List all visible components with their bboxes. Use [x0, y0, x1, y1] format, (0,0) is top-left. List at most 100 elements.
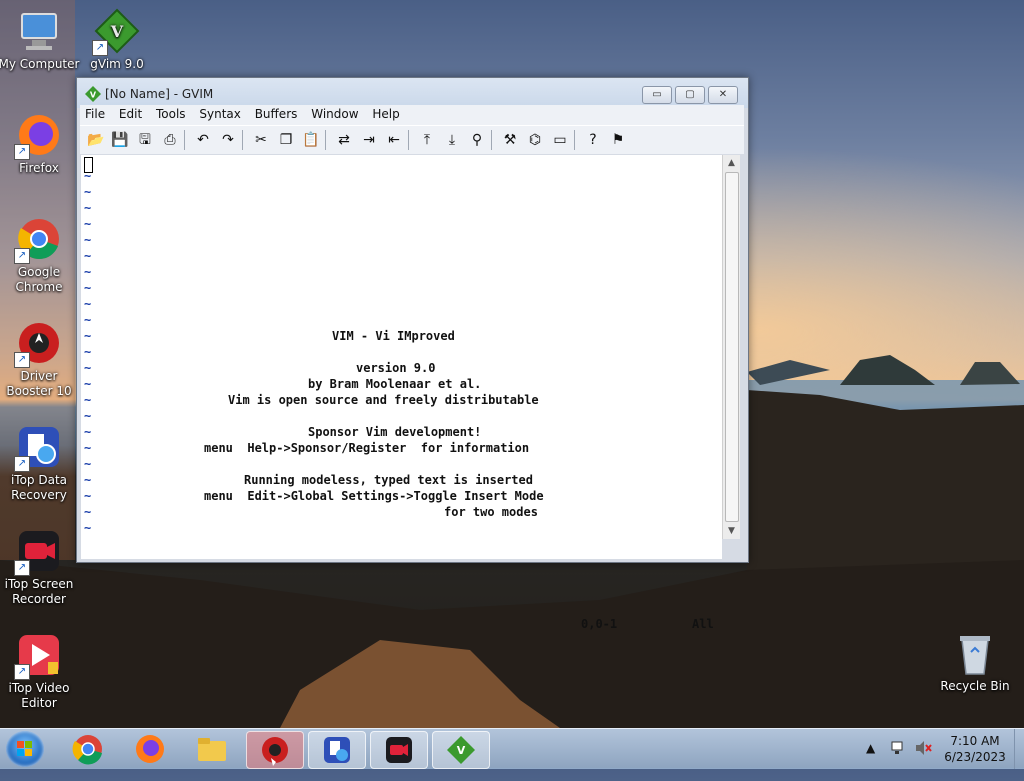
close-button[interactable]: ✕ — [708, 86, 738, 104]
taskbar-gvim[interactable]: V — [432, 731, 490, 769]
scrollbar-thumb[interactable] — [725, 172, 739, 522]
find-help-icon[interactable]: ⚑ — [608, 130, 628, 150]
taskbar-itop-data-recovery[interactable] — [308, 731, 366, 769]
desktop-icon-chrome[interactable]: ↗ Google Chrome — [0, 216, 80, 295]
load-session-icon[interactable]: ⤒ — [417, 130, 437, 150]
menu-file[interactable]: File — [80, 105, 110, 121]
shortcut-arrow-icon: ↗ — [14, 560, 30, 576]
itop-video-editor-icon: ↗ — [14, 632, 62, 680]
start-button[interactable] — [6, 731, 44, 767]
itop-data-recovery-icon — [324, 737, 350, 763]
itop-screen-recorder-icon: ↗ — [14, 528, 62, 576]
menu-window[interactable]: Window — [306, 105, 363, 121]
desktop-icon-driver-booster[interactable]: ↗ Driver Booster 10 — [0, 320, 80, 399]
taskbar-chrome[interactable] — [60, 731, 116, 767]
tags-icon[interactable]: ▭ — [550, 130, 570, 150]
help-icon[interactable]: ? — [583, 130, 603, 150]
shell-icon[interactable]: ⌬ — [525, 130, 545, 150]
window-titlebar[interactable]: V [No Name] - GVIM ▭ ▢ ✕ — [77, 78, 748, 108]
desktop-icon-itop-data-recovery[interactable]: ↗ iTop Data Recovery — [0, 424, 80, 503]
toolbar-separator — [574, 130, 575, 150]
taskbar-itop-screen-recorder[interactable] — [370, 731, 428, 769]
desktop-icon-label: Driver Booster 10 — [6, 369, 72, 398]
maximize-button[interactable]: ▢ — [675, 86, 705, 104]
taskbar-driver-booster[interactable] — [246, 731, 304, 769]
desktop-icon-recycle-bin[interactable]: Recycle Bin — [934, 630, 1016, 694]
vertical-scrollbar[interactable]: ▲ ▼ — [722, 155, 740, 539]
cursor-position: 0,0-1 — [581, 617, 618, 631]
menu-syntax[interactable]: Syntax — [194, 105, 245, 121]
chrome-icon — [72, 735, 102, 765]
find-next-icon[interactable]: ⇥ — [359, 130, 379, 150]
desktop-icon-gvim[interactable]: V ↗ gVim 9.0 — [76, 8, 158, 72]
undo-icon[interactable]: ↶ — [193, 130, 213, 150]
shortcut-arrow-icon: ↗ — [14, 352, 30, 368]
svg-text:V: V — [457, 744, 466, 757]
toolbar-separator — [408, 130, 409, 150]
clock-time: 7:10 AM — [950, 734, 1000, 748]
system-clock[interactable]: 7:10 AM 6/23/2023 — [940, 733, 1010, 773]
replace-icon[interactable]: ⇄ — [334, 130, 354, 150]
tilde-marker: ~ — [84, 521, 92, 535]
copy-icon[interactable]: ❐ — [276, 130, 296, 150]
firefox-icon: ↗ — [14, 112, 62, 160]
intro-license: Vim is open source and freely distributa… — [228, 393, 539, 407]
intro-sponsor-menu: menu Help->Sponsor/Register for informat… — [204, 441, 530, 455]
driver-booster-icon: ↗ — [14, 320, 62, 368]
shortcut-arrow-icon: ↗ — [14, 456, 30, 472]
redo-icon[interactable]: ↷ — [218, 130, 238, 150]
save-all-icon[interactable]: 🖫 — [135, 130, 155, 150]
desktop-icon-firefox[interactable]: ↗ Firefox — [0, 112, 80, 176]
tilde-marker: ~ — [84, 505, 92, 519]
tilde-marker: ~ — [84, 313, 92, 327]
toolbar-separator — [184, 130, 185, 150]
tilde-marker: ~ — [84, 169, 92, 183]
desktop-icon-label: Google Chrome — [15, 265, 63, 294]
volume-muted-icon[interactable] — [914, 739, 932, 779]
intro-author: by Bram Moolenaar et al. — [308, 377, 482, 391]
cut-icon[interactable]: ✂ — [251, 130, 271, 150]
paste-icon[interactable]: 📋 — [301, 130, 321, 150]
tilde-marker: ~ — [84, 409, 92, 423]
vim-icon: V — [447, 736, 475, 764]
desktop-icon-itop-video-editor[interactable]: ↗ iTop Video Editor — [0, 632, 80, 711]
open-icon[interactable]: 📂 — [86, 130, 106, 150]
editor-area[interactable]: ~ ~ ~ ~ ~ ~ ~ ~ ~ ~ ~ ~ ~ ~ ~ ~ ~ ~ ~ ~ ~ ~ ~ VIM - Vi IMprove… — [81, 155, 722, 631]
run-script-icon[interactable]: ⚲ — [467, 130, 487, 150]
save-session-icon[interactable]: ⤓ — [442, 130, 462, 150]
close-icon: ✕ — [718, 89, 728, 100]
desktop-icon-itop-screen-recorder[interactable]: ↗ iTop Screen Recorder — [0, 528, 80, 607]
scroll-down-icon[interactable]: ▼ — [723, 523, 740, 539]
gvim-window[interactable]: V [No Name] - GVIM ▭ ▢ ✕ File Edit Tools… — [76, 77, 749, 631]
print-icon[interactable]: ⎙ — [160, 130, 180, 150]
desktop-icon-label: gVim 9.0 — [90, 57, 144, 71]
tilde-marker: ~ — [84, 297, 92, 311]
desktop-icon-my-computer[interactable]: My Computer — [0, 8, 80, 72]
tilde-marker: ~ — [84, 457, 92, 471]
make-icon[interactable]: ⚒ — [500, 130, 520, 150]
scroll-position: All — [692, 617, 714, 631]
taskbar-firefox[interactable] — [122, 731, 178, 767]
tilde-marker: ~ — [84, 377, 92, 391]
save-icon[interactable]: 💾 — [110, 130, 130, 150]
menu-edit[interactable]: Edit — [114, 105, 147, 121]
shortcut-arrow-icon: ↗ — [14, 144, 30, 160]
minimize-button[interactable]: ▭ — [642, 86, 672, 104]
menu-tools[interactable]: Tools — [151, 105, 191, 121]
menu-help[interactable]: Help — [367, 105, 404, 121]
tilde-marker: ~ — [84, 281, 92, 295]
vim-icon: V — [85, 86, 101, 102]
taskbar: V ▲ 7:10 AM 6/23/2023 — [0, 728, 1024, 769]
network-icon[interactable] — [890, 739, 906, 779]
chrome-icon: ↗ — [14, 216, 62, 264]
show-desktop-button[interactable] — [1014, 729, 1024, 769]
taskbar-file-explorer[interactable] — [184, 731, 240, 767]
menu-buffers[interactable]: Buffers — [250, 105, 303, 121]
tilde-marker: ~ — [84, 489, 92, 503]
tilde-marker: ~ — [84, 249, 92, 263]
tilde-marker: ~ — [84, 201, 92, 215]
scroll-up-icon[interactable]: ▲ — [723, 155, 740, 171]
firefox-icon — [136, 735, 164, 763]
find-prev-icon[interactable]: ⇤ — [384, 130, 404, 150]
show-hidden-icons-icon[interactable]: ▲ — [866, 741, 875, 781]
